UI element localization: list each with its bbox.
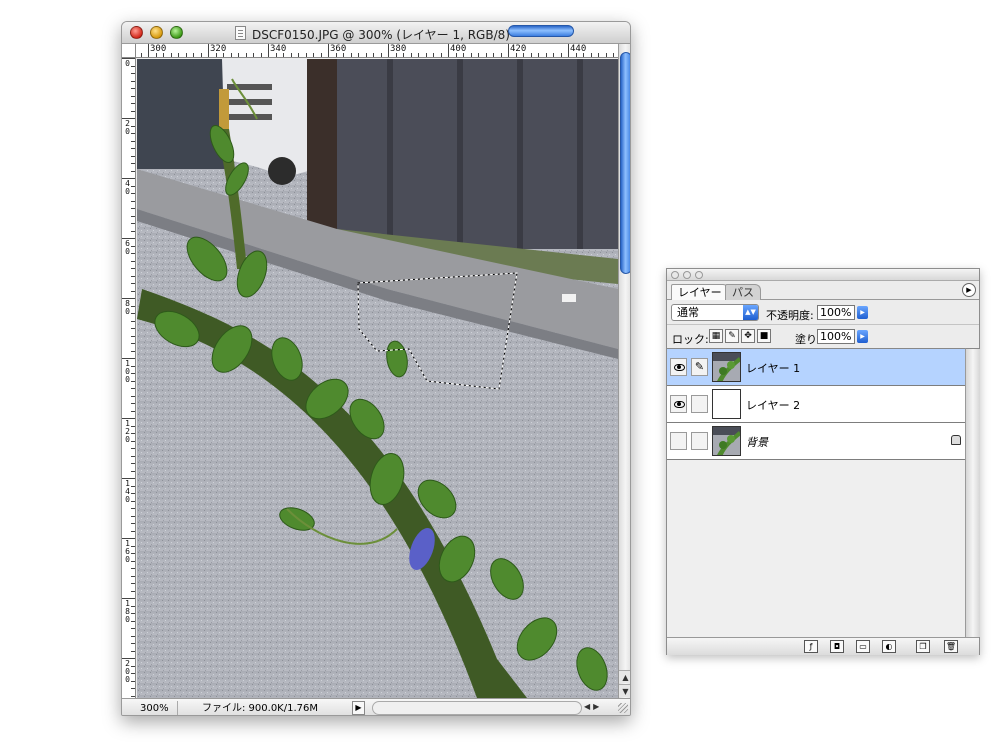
vertical-scroll-thumb[interactable]	[620, 52, 630, 274]
ruler-origin[interactable]	[122, 44, 136, 58]
vertical-scrollbar[interactable]: ▲ ▼	[618, 44, 630, 698]
layer-thumbnail	[712, 389, 741, 419]
layer-thumbnail	[712, 426, 741, 456]
layer-list-scrollbar[interactable]	[965, 348, 980, 637]
ruler-label: 160	[125, 539, 130, 564]
link-cell[interactable]	[691, 432, 708, 450]
lock-transparency-icon[interactable]: ▦	[709, 329, 723, 343]
vertical-ruler[interactable]: 0 20 40 60 80 100 120 140 160 180 200	[122, 58, 136, 698]
document-proxy-icon[interactable]	[235, 26, 246, 40]
ruler-label: 200	[125, 659, 130, 684]
opacity-slider-arrow-icon[interactable]: ▶	[857, 306, 868, 319]
new-layer-icon[interactable]: ❐	[916, 640, 930, 653]
ruler-label: 20	[125, 119, 130, 136]
palette-tabs: レイヤー パス ▶	[667, 282, 979, 300]
document-title: DSCF0150.JPG @ 300% (レイヤー 1, RGB/8)	[252, 28, 510, 42]
ruler-label: 80	[125, 299, 130, 316]
horizontal-ruler[interactable]: 300 320 340 360 380 400 420 440	[136, 44, 618, 58]
visibility-eye-icon[interactable]	[670, 358, 687, 376]
tab-paths[interactable]: パス	[725, 284, 761, 300]
lock-label: ロック:	[672, 333, 709, 346]
layers-palette[interactable]: レイヤー パス ▶ 通常 ▲▼ 不透明度: 100% ▶ ロック: ▦ ✎ ✥ …	[666, 268, 980, 655]
blend-mode-value: 通常	[677, 306, 699, 319]
photo-image	[137, 59, 618, 698]
ruler-label: 180	[125, 599, 130, 624]
layer-name[interactable]: レイヤー 2	[746, 397, 800, 413]
layer-name[interactable]: レイヤー 1	[746, 360, 800, 376]
layer-name[interactable]: 背景	[746, 434, 768, 450]
ruler-label: 140	[125, 479, 130, 504]
image-canvas[interactable]	[137, 59, 618, 698]
close-button[interactable]	[130, 26, 143, 39]
trash-icon[interactable]: 🗑	[944, 640, 958, 653]
lock-image-pixels-icon[interactable]: ✎	[725, 329, 739, 343]
palette-titlebar[interactable]	[667, 269, 979, 281]
adjustment-layer-icon[interactable]: ◐	[882, 640, 896, 653]
palette-bottom-toolbar: ƒ ◘ ▭ ◐ ❐ 🗑	[667, 637, 979, 655]
horizontal-scrollbar[interactable]	[372, 701, 582, 715]
blend-mode-arrow-icon: ▲▼	[743, 305, 758, 320]
horizontal-scroll-arrows[interactable]: ◀▶	[584, 702, 602, 711]
ruler-label: 0	[125, 59, 130, 68]
horizontal-scroll-thumb[interactable]	[508, 25, 574, 37]
layer-row-layer-1[interactable]: ✎ レイヤー 1	[667, 349, 965, 386]
visibility-eye-icon[interactable]	[670, 395, 687, 413]
zoom-button[interactable]	[170, 26, 183, 39]
layer-thumbnail	[712, 352, 741, 382]
edit-brush-icon[interactable]: ✎	[691, 358, 708, 376]
document-status-bar: 300% ファイル: 900.0K/1.76M ▶ ◀▶	[122, 698, 630, 715]
lock-position-icon[interactable]: ✥	[741, 329, 755, 343]
lock-all-icon[interactable]: ■	[757, 329, 771, 343]
scroll-up-arrow[interactable]: ▲	[619, 670, 630, 683]
opacity-field[interactable]: 100%	[817, 305, 855, 320]
layer-style-icon[interactable]: ƒ	[804, 640, 818, 653]
fill-field[interactable]: 100%	[817, 329, 855, 344]
palette-menu-icon[interactable]: ▶	[962, 283, 976, 297]
blend-mode-select[interactable]: 通常 ▲▼	[671, 304, 759, 321]
blend-opacity-row: 通常 ▲▼ 不透明度: 100% ▶	[667, 301, 979, 323]
layer-row-layer-2[interactable]: レイヤー 2	[667, 386, 965, 423]
file-size-status: ファイル: 900.0K/1.76M	[202, 703, 318, 714]
ruler-label: 40	[125, 179, 130, 196]
new-group-icon[interactable]: ▭	[856, 640, 870, 653]
ruler-label: 60	[125, 239, 130, 256]
resize-grip-icon[interactable]	[618, 703, 628, 713]
palette-minimize-button[interactable]	[683, 271, 691, 279]
link-cell[interactable]	[691, 395, 708, 413]
minimize-button[interactable]	[150, 26, 163, 39]
tab-layers[interactable]: レイヤー	[671, 284, 729, 300]
status-menu-arrow-icon[interactable]: ▶	[352, 701, 365, 715]
layer-list: ✎ レイヤー 1 レイヤー 2 背景	[667, 348, 965, 637]
visibility-eye-icon[interactable]	[670, 432, 687, 450]
opacity-label: 不透明度:	[766, 309, 814, 322]
scroll-down-arrow[interactable]: ▼	[619, 684, 630, 697]
layer-mask-icon[interactable]: ◘	[830, 640, 844, 653]
document-window[interactable]: DSCF0150.JPG @ 300% (レイヤー 1, RGB/8) 300 3…	[121, 21, 631, 716]
layer-row-background[interactable]: 背景	[667, 423, 965, 460]
palette-close-button[interactable]	[671, 271, 679, 279]
palette-zoom-button[interactable]	[695, 271, 703, 279]
ruler-label: 100	[125, 359, 130, 384]
lock-fill-row: ロック: ▦ ✎ ✥ ■ 塗り: 100% ▶	[667, 324, 979, 347]
ruler-label: 120	[125, 419, 130, 444]
zoom-level-field[interactable]: 300%	[126, 701, 178, 715]
lock-icon	[951, 435, 961, 445]
fill-slider-arrow-icon[interactable]: ▶	[857, 330, 868, 343]
